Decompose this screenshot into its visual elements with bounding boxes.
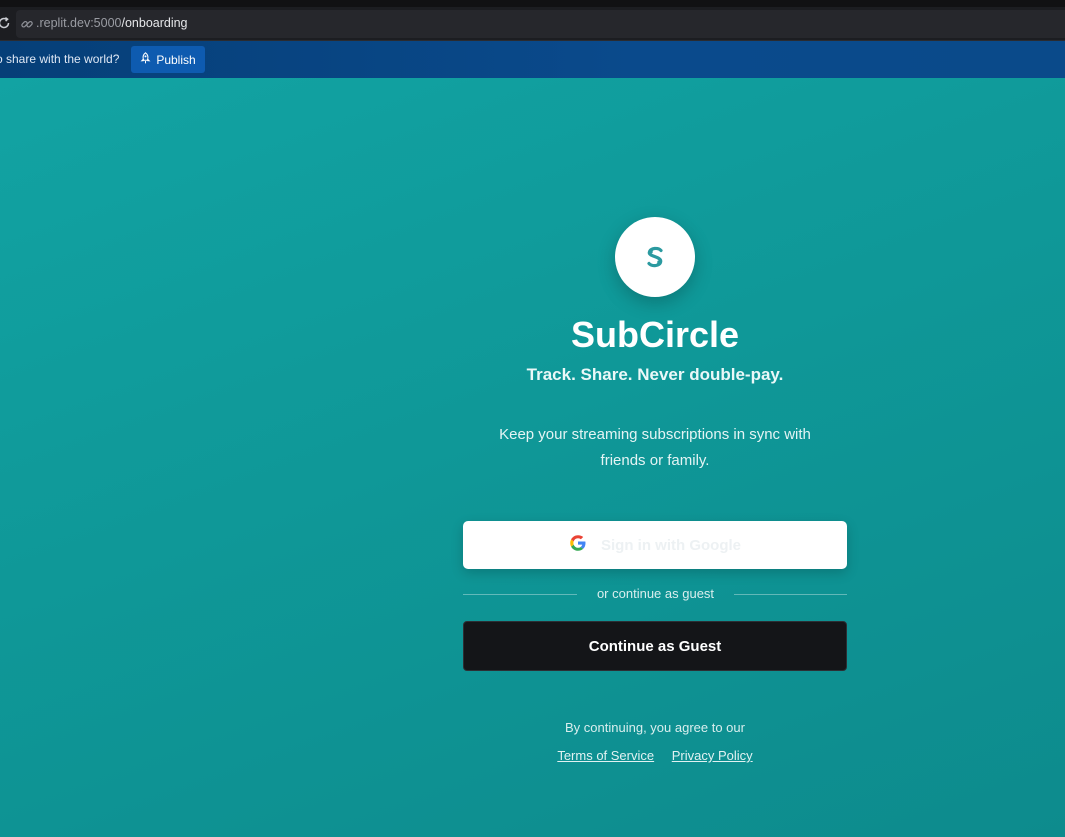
continue-as-guest-button[interactable]: Continue as Guest xyxy=(463,621,847,671)
window-top-strip xyxy=(0,0,1065,7)
divider-left xyxy=(463,594,577,595)
google-sign-in-button[interactable]: Sign in with Google xyxy=(463,521,847,569)
link-icon xyxy=(20,17,34,31)
terms-of-service-link[interactable]: Terms of Service xyxy=(557,748,654,763)
address-field[interactable]: .replit.dev:5000/onboarding xyxy=(16,10,1065,38)
google-icon xyxy=(569,534,587,557)
reload-icon[interactable] xyxy=(0,16,11,30)
url-host: .replit.dev:5000 xyxy=(36,16,122,30)
publish-label: Publish xyxy=(156,52,196,67)
privacy-policy-link[interactable]: Privacy Policy xyxy=(672,748,753,763)
publish-question: o share with the world? xyxy=(0,52,120,66)
app-title: SubCircle xyxy=(570,314,740,355)
publish-banner: o share with the world? Publish xyxy=(0,41,1065,78)
legal-agree-text: By continuing, you agree to our xyxy=(565,720,745,735)
divider-text: or continue as guest xyxy=(596,586,715,601)
app-logo xyxy=(615,217,695,297)
app-description: Keep your streaming subscriptions in syn… xyxy=(499,426,811,469)
onboarding-screen: SubCircle Track. Share. Never double-pay… xyxy=(0,78,1065,837)
divider-right xyxy=(734,594,847,595)
url-text: .replit.dev:5000/onboarding xyxy=(36,16,188,30)
url-path: /onboarding xyxy=(121,16,188,30)
publish-button[interactable]: Publish xyxy=(131,46,205,73)
browser-url-bar: .replit.dev:5000/onboarding xyxy=(0,7,1065,41)
legal-links: Terms of Service Privacy Policy xyxy=(455,748,855,763)
logo-s-icon xyxy=(647,246,663,268)
google-sign-in-label: Sign in with Google xyxy=(601,536,741,554)
app-tagline: Track. Share. Never double-pay. xyxy=(526,365,784,384)
rocket-icon xyxy=(140,52,151,67)
